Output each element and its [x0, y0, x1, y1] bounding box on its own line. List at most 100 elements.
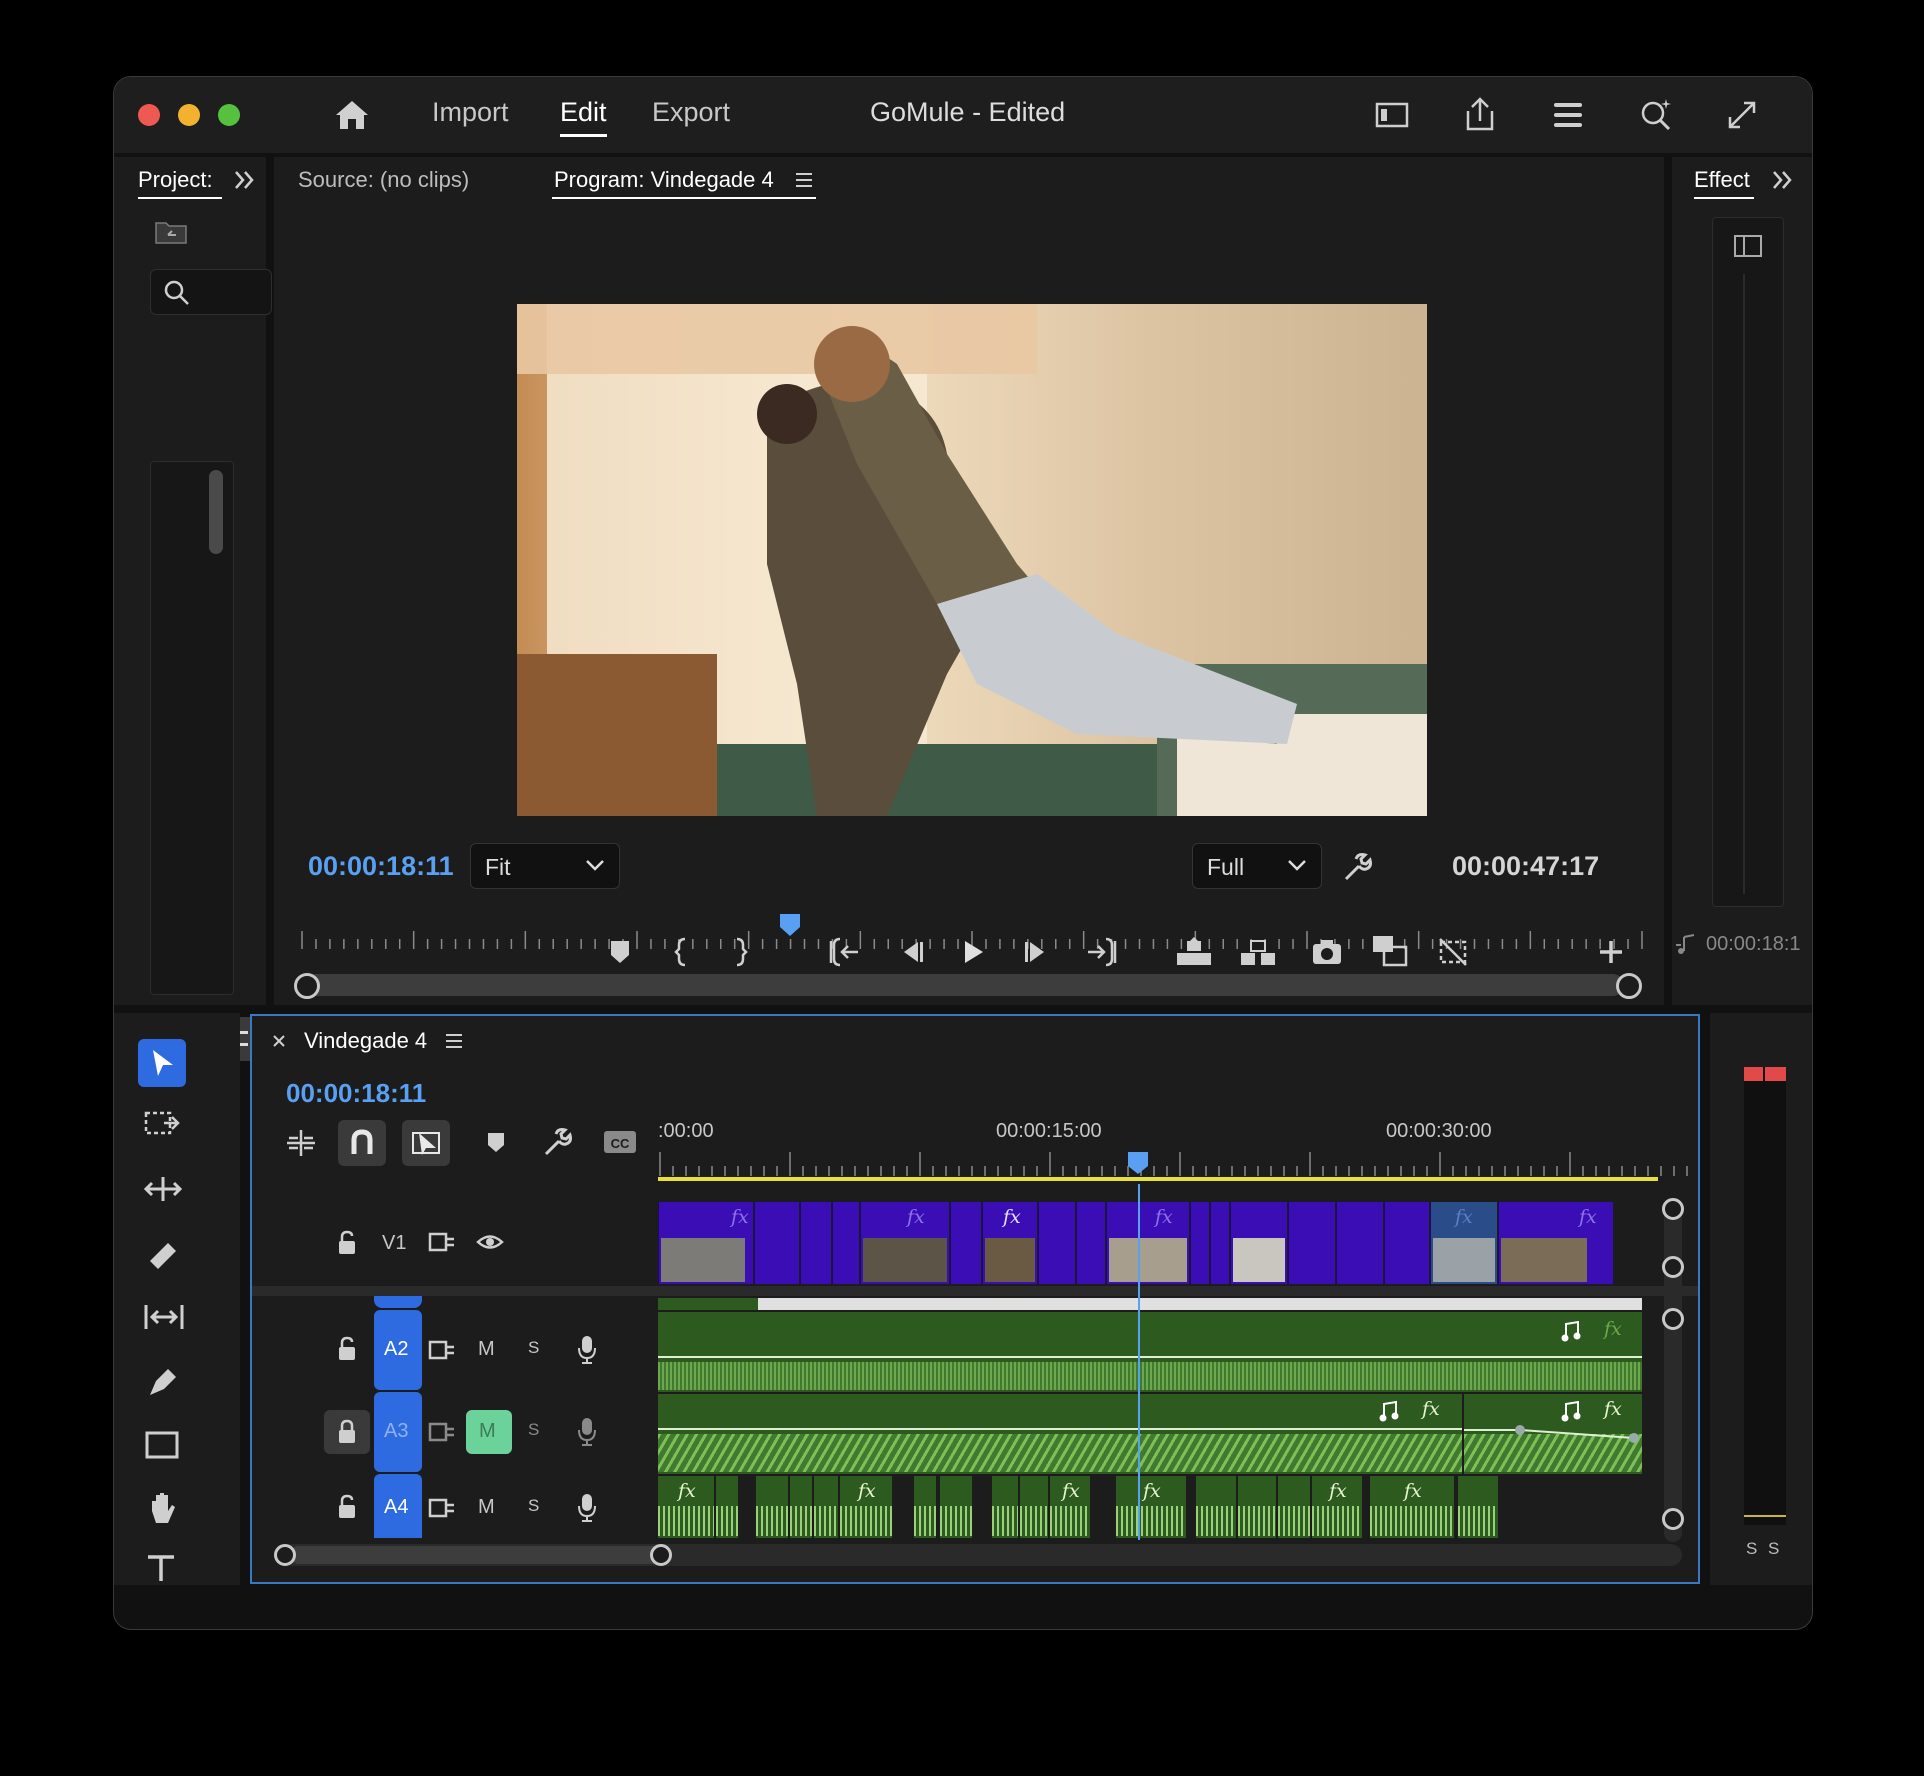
project-search-input[interactable]: [150, 269, 272, 315]
track-label-v1[interactable]: V1: [382, 1232, 406, 1255]
video-clip[interactable]: [754, 1202, 799, 1284]
timeline-marker-icon[interactable]: [484, 1130, 508, 1156]
export-frame-camera-icon[interactable]: [1310, 935, 1344, 969]
video-clip[interactable]: [1210, 1202, 1229, 1284]
slip-tool-icon[interactable]: [142, 1299, 186, 1335]
progress-menu-icon[interactable]: [1548, 95, 1588, 135]
bin-folder-icon[interactable]: [154, 217, 190, 247]
timeline-timecode[interactable]: 00:00:18:11: [286, 1078, 426, 1109]
timeline-zoom-thumb[interactable]: [290, 1546, 670, 1564]
source-tab[interactable]: Source: (no clips): [298, 167, 469, 193]
step-forward-icon[interactable]: [1022, 937, 1052, 967]
audio-clip[interactable]: fx: [840, 1476, 892, 1538]
audio-clip[interactable]: [1020, 1476, 1048, 1538]
go-to-in-icon[interactable]: [828, 937, 862, 967]
solo-button-a4[interactable]: S: [528, 1496, 539, 1516]
program-tab[interactable]: Program: Vindegade 4: [554, 167, 774, 193]
play-icon[interactable]: [958, 937, 988, 967]
audio-clip[interactable]: [1278, 1476, 1310, 1538]
minimize-window-button[interactable]: [178, 104, 200, 126]
panel-overflow-icon[interactable]: [232, 167, 258, 193]
mute-button-a2[interactable]: M: [478, 1338, 495, 1361]
rectangle-tool-icon[interactable]: [142, 1427, 186, 1463]
audio-clip[interactable]: [992, 1476, 1018, 1538]
audio-clip[interactable]: [1196, 1476, 1236, 1538]
sync-lock-icon[interactable]: [428, 1420, 456, 1444]
close-window-button[interactable]: [138, 104, 160, 126]
panel-overflow-icon[interactable]: [1770, 167, 1796, 193]
track-target-a3[interactable]: A3: [374, 1392, 422, 1472]
nav-import[interactable]: Import: [432, 97, 509, 128]
extract-icon[interactable]: [1238, 935, 1278, 969]
audio-clip-partial[interactable]: [658, 1298, 758, 1310]
playback-resolution-dropdown[interactable]: Full: [1192, 843, 1322, 889]
audio-clip[interactable]: [814, 1476, 838, 1538]
add-marker-icon[interactable]: [606, 937, 634, 967]
video-clip[interactable]: fx: [860, 1202, 949, 1284]
meter-solo-right[interactable]: S: [1768, 1539, 1779, 1559]
button-editor-add-icon[interactable]: [1596, 937, 1626, 967]
microphone-icon[interactable]: [576, 1334, 598, 1364]
video-clip[interactable]: fx: [1430, 1202, 1497, 1284]
razor-tool-icon[interactable]: [142, 1235, 186, 1271]
insert-nest-icon[interactable]: [284, 1126, 318, 1160]
audio-clip[interactable]: fx: [1050, 1476, 1090, 1538]
share-icon[interactable]: [1460, 95, 1500, 135]
lock-open-icon[interactable]: [336, 1230, 358, 1256]
timeline-zoom-handle-left[interactable]: [274, 1544, 296, 1566]
snap-toggle[interactable]: [338, 1120, 386, 1166]
timeline-time-ruler[interactable]: [658, 1112, 1698, 1198]
timeline-settings-wrench-icon[interactable]: [542, 1126, 574, 1158]
video-clip[interactable]: [1336, 1202, 1383, 1284]
audio-clip[interactable]: [1238, 1476, 1276, 1538]
track-target-a4[interactable]: A4: [374, 1474, 422, 1538]
sequence-tab[interactable]: Vindegade 4: [304, 1028, 427, 1054]
video-clip[interactable]: fx: [658, 1202, 753, 1284]
meter-clip-left[interactable]: [1744, 1067, 1763, 1081]
selection-tool[interactable]: [138, 1039, 186, 1087]
project-tab[interactable]: Project:: [138, 167, 213, 193]
type-tool-icon[interactable]: [142, 1551, 186, 1581]
timeline-playhead-line[interactable]: [1138, 1184, 1140, 1540]
hand-tool-icon[interactable]: [142, 1489, 186, 1529]
home-icon[interactable]: [332, 95, 372, 135]
go-to-out-icon[interactable]: [1084, 937, 1118, 967]
audio-clip[interactable]: [1458, 1476, 1498, 1538]
sync-lock-icon[interactable]: [428, 1496, 456, 1520]
audio-clip[interactable]: fx: [1370, 1476, 1454, 1538]
microphone-icon[interactable]: [576, 1416, 598, 1446]
lift-icon[interactable]: [1174, 935, 1214, 969]
lock-open-icon[interactable]: [336, 1336, 358, 1362]
proxy-toggle-icon[interactable]: [1436, 935, 1470, 969]
video-clip[interactable]: [1384, 1202, 1429, 1284]
mark-in-icon[interactable]: [672, 937, 692, 967]
audio-clip[interactable]: [914, 1476, 936, 1538]
track-target-a2[interactable]: A2: [374, 1310, 422, 1390]
program-tab-menu-icon[interactable]: [794, 171, 814, 189]
mute-button-a3-active[interactable]: M: [466, 1410, 512, 1454]
program-current-timecode[interactable]: 00:00:18:11: [308, 851, 454, 882]
microphone-icon[interactable]: [576, 1492, 598, 1522]
video-clip[interactable]: [1076, 1202, 1105, 1284]
project-scrollbar[interactable]: [209, 470, 223, 554]
timeline-zoom-handle-right[interactable]: [650, 1544, 672, 1566]
effects-tab[interactable]: Effect: [1694, 167, 1750, 193]
audio-clip[interactable]: [716, 1476, 738, 1538]
track-select-tool-icon[interactable]: [142, 1107, 186, 1143]
volume-rubberband[interactable]: [658, 1356, 1642, 1358]
track-target-a1-partial[interactable]: [374, 1296, 422, 1308]
sync-lock-icon[interactable]: [428, 1230, 456, 1254]
audio-clip[interactable]: [940, 1476, 972, 1538]
audio-clip[interactable]: fx: [1116, 1476, 1186, 1538]
lock-open-icon[interactable]: [336, 1494, 358, 1520]
video-clip[interactable]: [1288, 1202, 1335, 1284]
video-clip[interactable]: fx: [982, 1202, 1037, 1284]
fullscreen-icon[interactable]: [1722, 95, 1762, 135]
nav-export[interactable]: Export: [652, 97, 730, 128]
workspace-layout-icon[interactable]: [1372, 95, 1412, 135]
video-clip[interactable]: [800, 1202, 831, 1284]
search-sparkle-icon[interactable]: [1636, 95, 1676, 135]
mute-button-a4[interactable]: M: [478, 1496, 495, 1519]
v-scroll-handle[interactable]: [1662, 1198, 1684, 1220]
timeline-vertical-scrollbar[interactable]: [1664, 1202, 1682, 1542]
